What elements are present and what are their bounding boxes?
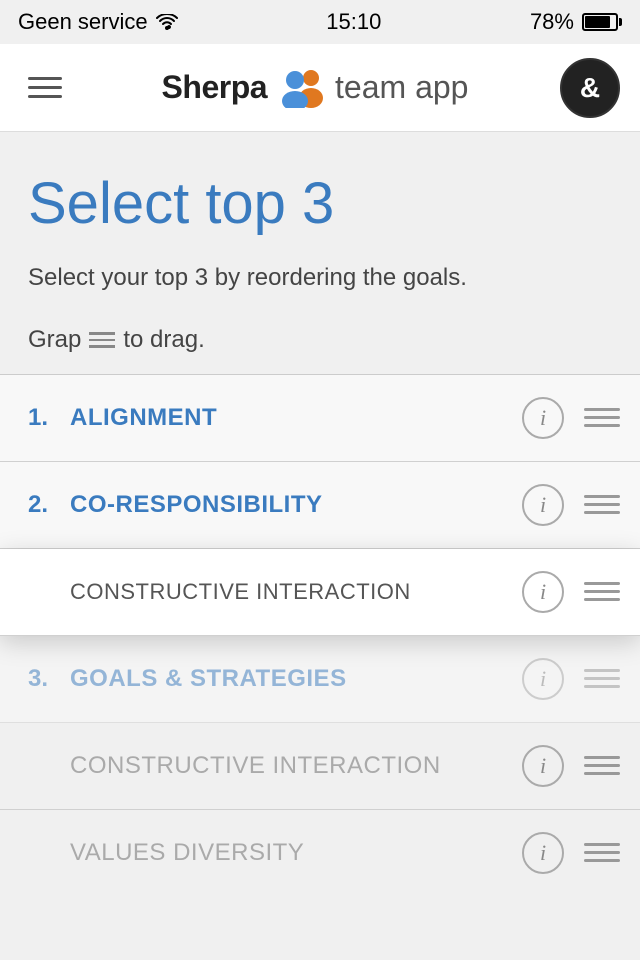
goal-item[interactable]: VALUES DIVERSITY i [0, 810, 640, 896]
drag-handle[interactable] [584, 408, 620, 427]
goal-label: CO-RESPONSIBILITY [70, 491, 522, 519]
status-bar: Geen service 15:10 78% [0, 0, 640, 44]
goal-label: ALIGNMENT [70, 404, 522, 432]
info-icon: i [540, 492, 546, 518]
logo-text: Sherpa [162, 69, 267, 106]
info-button[interactable]: i [522, 571, 564, 613]
people-icon [275, 68, 327, 108]
logo-team-text: team app [335, 69, 468, 106]
drag-handle[interactable] [584, 756, 620, 775]
goal-item[interactable]: 2. CO-RESPONSIBILITY i [0, 462, 640, 549]
app-logo: Sherpa team app [162, 68, 469, 108]
info-icon: i [540, 579, 546, 605]
info-icon: i [540, 753, 546, 779]
drag-handle[interactable] [584, 495, 620, 514]
wifi-icon [156, 14, 178, 30]
goal-number: 3. [28, 665, 58, 693]
profile-button[interactable]: & [560, 58, 620, 118]
nav-bar: Sherpa team app & [0, 44, 640, 132]
drag-hint-end: to drag. [123, 326, 204, 354]
goal-label: VALUES DIVERSITY [70, 839, 522, 867]
goal-label: CONSTRUCTIVE INTERACTION [70, 579, 522, 605]
info-icon: i [540, 405, 546, 431]
time-display: 15:10 [326, 9, 381, 35]
page-description-line1: Select your top 3 by reordering the goal… [28, 260, 612, 296]
goal-item[interactable]: 3. GOALS & STRATEGIES i [0, 636, 640, 723]
battery-icon [582, 13, 622, 31]
drag-handle[interactable] [584, 582, 620, 601]
drag-hint-text: Grap [28, 326, 81, 354]
carrier-text: Geen service [18, 9, 148, 35]
goal-number: 2. [28, 491, 58, 519]
info-button[interactable]: i [522, 658, 564, 700]
info-button[interactable]: i [522, 832, 564, 874]
goal-list: 1. ALIGNMENT i 2. CO-RESPONSIBILITY i CO… [0, 375, 640, 896]
drag-handle[interactable] [584, 669, 620, 688]
drag-hint: Grap to drag. [28, 326, 205, 354]
goal-item[interactable]: CONSTRUCTIVE INTERACTION i [0, 723, 640, 810]
info-icon: i [540, 666, 546, 692]
main-content: Select top 3 Select your top 3 by reorde… [0, 132, 640, 374]
info-button[interactable]: i [522, 397, 564, 439]
goal-item-dragging[interactable]: CONSTRUCTIVE INTERACTION i [0, 549, 640, 636]
battery-info: 78% [530, 9, 622, 35]
menu-button[interactable] [20, 69, 70, 106]
drag-lines-icon [89, 332, 115, 348]
carrier-info: Geen service [18, 9, 178, 35]
info-button[interactable]: i [522, 484, 564, 526]
page-title: Select top 3 [28, 172, 612, 236]
goal-number: 1. [28, 404, 58, 432]
profile-symbol: & [580, 72, 600, 104]
goal-item[interactable]: 1. ALIGNMENT i [0, 375, 640, 462]
goal-label: GOALS & STRATEGIES [70, 665, 522, 693]
goal-label: CONSTRUCTIVE INTERACTION [70, 752, 522, 780]
info-icon: i [540, 840, 546, 866]
battery-percent: 78% [530, 9, 574, 35]
drag-handle[interactable] [584, 843, 620, 862]
info-button[interactable]: i [522, 745, 564, 787]
